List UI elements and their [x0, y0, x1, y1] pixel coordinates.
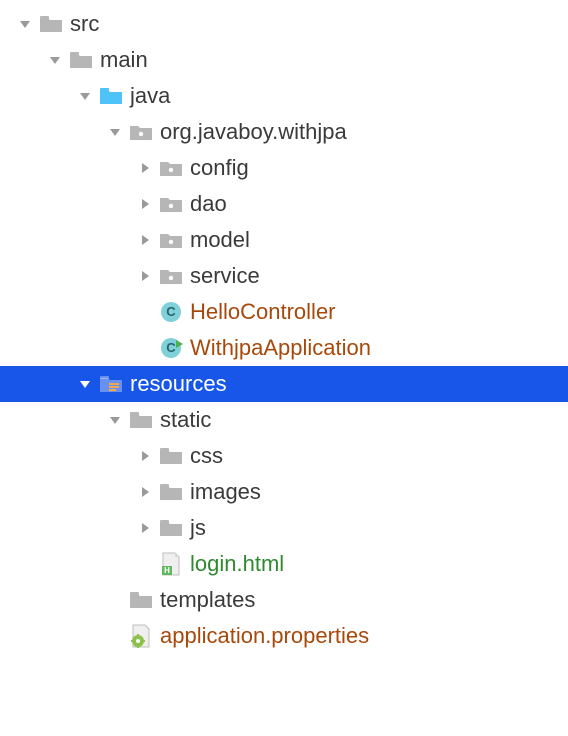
folder-js[interactable]: js: [0, 510, 568, 546]
tree-item-label: templates: [160, 589, 255, 611]
resources-icon: [98, 371, 124, 397]
html-file-icon: H: [158, 551, 184, 577]
svg-text:H: H: [164, 566, 170, 575]
package-config[interactable]: config: [0, 150, 568, 186]
folder-gray-icon: [128, 587, 154, 613]
project-tree[interactable]: srcmain java org.javaboy.withjpa config dao m…: [0, 0, 568, 654]
folder-templates[interactable]: templates: [0, 582, 568, 618]
folder-blue-icon: [98, 83, 124, 109]
disclosure-right-icon[interactable]: [136, 195, 154, 213]
tree-item-label: js: [190, 517, 206, 539]
disclosure-right-icon[interactable]: [136, 267, 154, 285]
tree-item-label: java: [130, 85, 170, 107]
java-class-icon: C: [158, 299, 184, 325]
package-model[interactable]: model: [0, 222, 568, 258]
folder-gray-icon: [158, 479, 184, 505]
package-icon: [158, 227, 184, 253]
package-icon: [158, 155, 184, 181]
disclosure-down-icon[interactable]: [106, 411, 124, 429]
tree-item-label: service: [190, 265, 260, 287]
tree-item-label: resources: [130, 373, 227, 395]
folder-css[interactable]: css: [0, 438, 568, 474]
disclosure-down-icon[interactable]: [76, 87, 94, 105]
tree-item-label: src: [70, 13, 99, 35]
tree-item-label: login.html: [190, 553, 284, 575]
folder-static[interactable]: static: [0, 402, 568, 438]
tree-item-label: model: [190, 229, 250, 251]
file-login-html[interactable]: Hlogin.html: [0, 546, 568, 582]
disclosure-right-icon[interactable]: [136, 231, 154, 249]
folder-java[interactable]: java: [0, 78, 568, 114]
svg-text:C: C: [166, 340, 176, 355]
package-service[interactable]: service: [0, 258, 568, 294]
class-hellocontroller[interactable]: C HelloController: [0, 294, 568, 330]
package-dao[interactable]: dao: [0, 186, 568, 222]
tree-item-label: HelloController: [190, 301, 336, 323]
folder-gray-icon: [158, 443, 184, 469]
tree-item-label: config: [190, 157, 249, 179]
tree-item-label: org.javaboy.withjpa: [160, 121, 347, 143]
disclosure-down-icon[interactable]: [46, 51, 64, 69]
disclosure-right-icon[interactable]: [136, 483, 154, 501]
folder-gray-icon: [128, 407, 154, 433]
disclosure-right-icon[interactable]: [136, 519, 154, 537]
disclosure-down-icon[interactable]: [106, 123, 124, 141]
tree-item-label: dao: [190, 193, 227, 215]
folder-gray-icon: [38, 11, 64, 37]
package-icon: [158, 191, 184, 217]
folder-main[interactable]: main: [0, 42, 568, 78]
tree-item-label: css: [190, 445, 223, 467]
disclosure-right-icon[interactable]: [136, 159, 154, 177]
tree-item-label: static: [160, 409, 211, 431]
folder-gray-icon: [158, 515, 184, 541]
file-application-properties[interactable]: application.properties: [0, 618, 568, 654]
package-icon: [158, 263, 184, 289]
props-file-icon: [128, 623, 154, 649]
folder-src[interactable]: src: [0, 6, 568, 42]
disclosure-right-icon[interactable]: [136, 447, 154, 465]
folder-gray-icon: [68, 47, 94, 73]
package-icon: [128, 119, 154, 145]
svg-text:C: C: [166, 304, 176, 319]
disclosure-down-icon[interactable]: [76, 375, 94, 393]
class-withjpaapplication[interactable]: C WithjpaApplication: [0, 330, 568, 366]
tree-item-label: WithjpaApplication: [190, 337, 371, 359]
package-root[interactable]: org.javaboy.withjpa: [0, 114, 568, 150]
tree-item-label: application.properties: [160, 625, 369, 647]
tree-item-label: main: [100, 49, 148, 71]
java-class-run-icon: C: [158, 335, 184, 361]
folder-resources[interactable]: resources: [0, 366, 568, 402]
tree-item-label: images: [190, 481, 261, 503]
folder-images[interactable]: images: [0, 474, 568, 510]
disclosure-down-icon[interactable]: [16, 15, 34, 33]
